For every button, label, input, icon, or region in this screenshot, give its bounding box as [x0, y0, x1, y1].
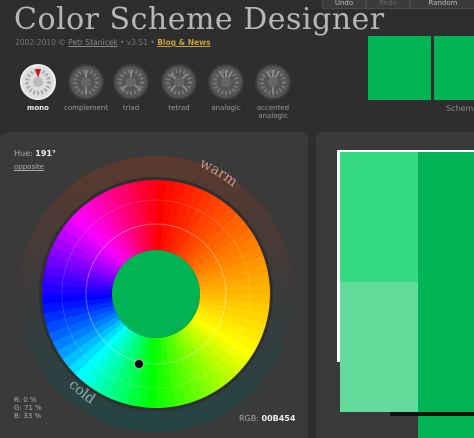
triad-wheel-icon [113, 64, 149, 100]
red-percent: R: 0 % [14, 396, 37, 404]
scheme-mono[interactable]: mono [14, 64, 62, 112]
preview-light-color-1[interactable] [340, 152, 418, 282]
complement-wheel-icon [68, 64, 104, 100]
preview-thumbnail-primary[interactable] [368, 36, 431, 100]
scheme-label: mono [27, 104, 49, 112]
copyright-text: 2002-2010 © [15, 38, 66, 47]
rgb-hex-readout: RGB: 00B454 [239, 414, 295, 423]
preview-light-color-2[interactable] [340, 282, 418, 412]
opposite-link[interactable]: opposite [14, 163, 44, 171]
scheme-label: tetrad [168, 104, 190, 112]
preview-thumbnail-secondary[interactable] [434, 36, 474, 100]
scheme-label: complement [64, 104, 108, 112]
scheme-accented-analogic[interactable]: accented analogic [249, 64, 297, 120]
mono-wheel-icon [20, 64, 56, 100]
scheme-label: analogic [211, 104, 241, 112]
scheme-tetrad[interactable]: tetrad [155, 64, 203, 112]
green-percent: G: 71 % [14, 404, 42, 412]
version-text: • v3.51 • [120, 38, 155, 47]
random-button[interactable]: Random [410, 0, 474, 9]
scheme-analogic[interactable]: analogic [202, 64, 250, 112]
tetrad-wheel-icon [161, 64, 197, 100]
scheme-label: accented analogic [256, 104, 290, 120]
rgb-hex-value[interactable]: 00B454 [262, 414, 296, 423]
blue-percent: B: 33 % [14, 412, 42, 420]
color-wheel[interactable]: warm cold [16, 146, 296, 434]
scheme-tab-label[interactable]: Schem [446, 104, 473, 113]
preview-base-color[interactable] [418, 152, 474, 438]
rgb-percent-readout: R: 0 % G: 71 % B: 33 % [14, 396, 42, 420]
hue-value[interactable]: 191° [35, 149, 56, 158]
scheme-complement[interactable]: complement [62, 64, 110, 112]
analogic-wheel-icon [208, 64, 244, 100]
redo-button[interactable]: Redo [366, 0, 410, 9]
hue-label-text: Hue: [14, 149, 33, 158]
author-link[interactable]: Petr Stanicek [68, 38, 118, 47]
rgb-hex-label: RGB: [239, 414, 259, 423]
hue-selector-handle[interactable] [134, 359, 144, 369]
credits-line: 2002-2010 © Petr Stanicek • v3.51 • Blog… [15, 38, 211, 47]
selected-color-swatch [112, 250, 200, 338]
undo-button[interactable]: Undo [322, 0, 366, 9]
blog-news-link[interactable]: Blog & News [157, 38, 210, 47]
scheme-triad[interactable]: triad [107, 64, 155, 112]
accented-analogic-wheel-icon [255, 64, 291, 100]
scheme-label: triad [122, 104, 140, 112]
preview-dark-bar [390, 412, 474, 416]
hue-readout: Hue: 191° [14, 149, 56, 158]
